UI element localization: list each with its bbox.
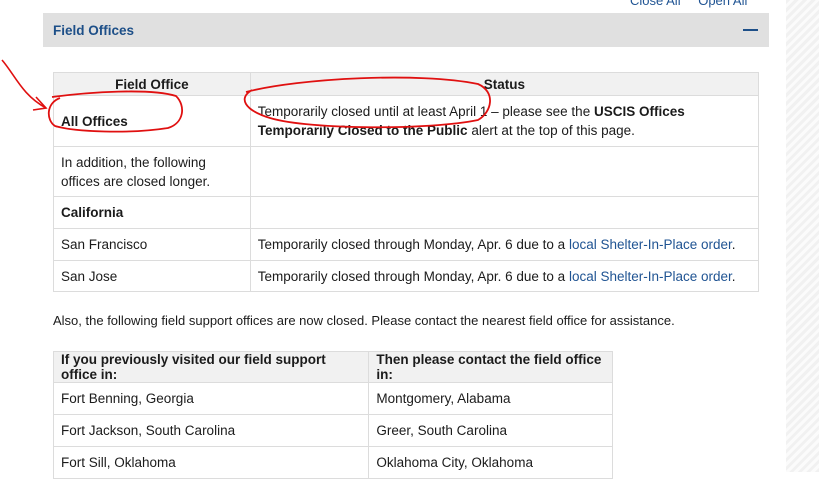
status-text-end: .	[731, 237, 736, 252]
column-header: Status	[249, 72, 760, 96]
column-header: Then please contact the field office in:	[368, 351, 613, 383]
office-name: San Francisco	[53, 228, 251, 261]
table-header-row: If you previously visited our field supp…	[52, 351, 613, 383]
contact-office: Greer, South Carolina	[368, 414, 613, 447]
annotation-arrowhead	[32, 96, 48, 111]
previous-office: Fort Sill, Oklahoma	[52, 446, 370, 479]
office-status	[249, 146, 760, 197]
previous-office: Fort Benning, Georgia	[52, 382, 370, 415]
office-status: Temporarily closed through Monday, Apr. …	[249, 228, 760, 261]
status-text: Temporarily closed until at least April …	[257, 104, 594, 119]
collapse-minus-icon[interactable]	[743, 29, 758, 31]
field-office-status-table: Field Office Status All Offices Temporar…	[53, 72, 760, 292]
table-row: All Offices Temporarily closed until at …	[53, 95, 760, 147]
status-text: Temporarily closed through Monday, Apr. …	[257, 268, 569, 284]
contact-office: Montgomery, Alabama	[368, 382, 613, 415]
table-row: San Francisco Temporarily closed through…	[53, 228, 760, 261]
annotation-arrow	[1, 59, 47, 109]
close-all-link[interactable]: Close All	[630, 0, 681, 8]
support-offices-note: Also, the following field support office…	[53, 313, 675, 328]
accordion-controls: Close All Open All	[630, 0, 761, 8]
open-all-link[interactable]: Open All	[698, 0, 747, 8]
shelter-in-place-link[interactable]: local Shelter-In-Place order	[569, 269, 732, 284]
table-row: In addition, the following offices are c…	[53, 146, 760, 197]
status-text-end: alert at the top of this page.	[467, 123, 635, 138]
table-row: Fort Benning, Georgia Montgomery, Alabam…	[52, 382, 613, 415]
shelter-in-place-link[interactable]: local Shelter-In-Place order	[569, 237, 732, 252]
office-name: All Offices	[53, 95, 251, 147]
table-row: Fort Jackson, South Carolina Greer, Sout…	[52, 414, 613, 447]
office-status: Temporarily closed through Monday, Apr. …	[249, 260, 760, 292]
status-text-end: .	[731, 268, 736, 284]
column-header: Field Office	[53, 72, 251, 96]
office-name-text: All Offices	[61, 113, 128, 129]
office-name: In addition, the following offices are c…	[53, 146, 251, 197]
status-text: Temporarily closed through Monday, Apr. …	[257, 237, 569, 252]
state-heading: California	[53, 196, 251, 229]
column-header: If you previously visited our field supp…	[52, 351, 370, 383]
table-row: Fort Sill, Oklahoma Oklahoma City, Oklah…	[52, 446, 613, 479]
table-header-row: Field Office Status	[53, 72, 760, 96]
table-row: San Jose Temporarily closed through Mond…	[53, 260, 760, 292]
table-row: California	[53, 196, 760, 229]
office-status: Temporarily closed until at least April …	[249, 95, 760, 147]
field-support-table: If you previously visited our field supp…	[52, 351, 613, 479]
office-name: San Jose	[53, 260, 251, 292]
previous-office: Fort Jackson, South Carolina	[52, 414, 370, 447]
page-side-background	[786, 0, 819, 472]
field-offices-accordion-header[interactable]: Field Offices	[43, 13, 769, 47]
accordion-title: Field Offices	[53, 22, 135, 38]
contact-office: Oklahoma City, Oklahoma	[368, 446, 613, 479]
office-status	[249, 196, 760, 229]
